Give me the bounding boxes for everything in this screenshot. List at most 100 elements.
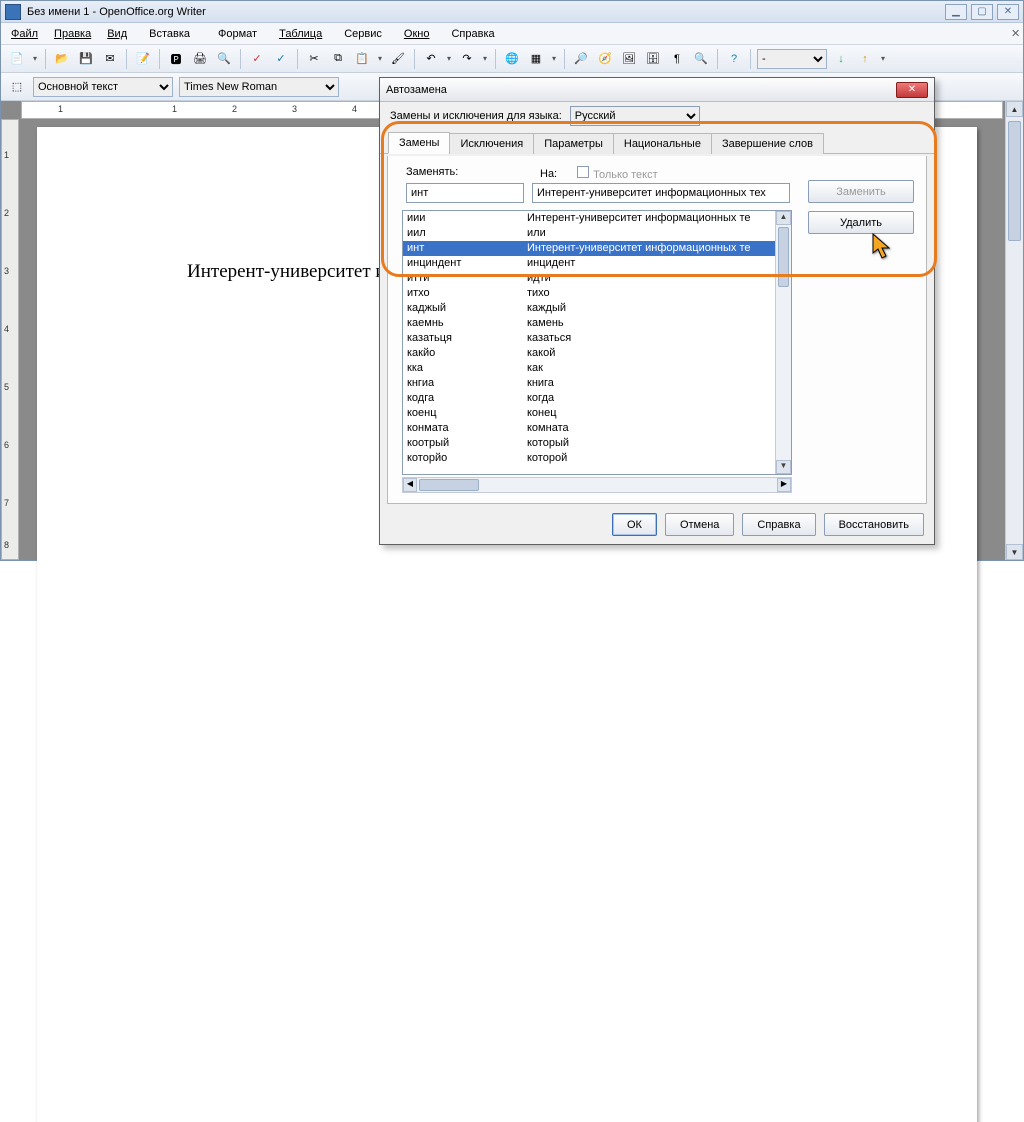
scroll-right-button[interactable]: ▶	[777, 478, 791, 492]
menu-file[interactable]: Файл	[5, 26, 44, 42]
replace-button[interactable]: Заменить	[808, 180, 914, 203]
scroll-down-button[interactable]: ▼	[776, 460, 791, 474]
tab-localized[interactable]: Национальные	[613, 133, 712, 154]
window-maximize-button[interactable]: ▢	[971, 4, 993, 20]
format-paint-icon[interactable]: 🖌	[388, 49, 408, 69]
menu-service[interactable]: Сервис	[332, 26, 394, 42]
list-row[interactable]: какйокакой	[403, 346, 791, 361]
document-text[interactable]: Интерент-университет и	[187, 261, 386, 283]
scroll-up-button[interactable]: ▲	[1006, 101, 1023, 117]
dialog-titlebar[interactable]: Автозамена ✕	[380, 78, 934, 102]
print-icon[interactable]: 🖨	[190, 49, 210, 69]
nav-prev-icon[interactable]: ↓	[831, 49, 851, 69]
delete-button[interactable]: Удалить	[808, 211, 914, 234]
list-vertical-scrollbar[interactable]: ▲ ▼	[775, 211, 791, 474]
menu-format[interactable]: Формат	[206, 26, 269, 42]
replace-input[interactable]	[406, 183, 524, 203]
open-icon[interactable]: 📂	[52, 49, 72, 69]
window-minimize-button[interactable]: ▁	[945, 4, 967, 20]
tab-replace[interactable]: Замены	[388, 132, 450, 154]
list-row[interactable]: конматакомната	[403, 421, 791, 436]
scroll-down-button[interactable]: ▼	[1006, 544, 1023, 560]
autospell-icon[interactable]: ✓	[271, 49, 291, 69]
dropdown-icon[interactable]: ▾	[376, 54, 384, 63]
scroll-thumb[interactable]	[1008, 121, 1021, 241]
list-row[interactable]: иииИнтерент-университет информационных т…	[403, 211, 791, 226]
dropdown-icon[interactable]: ▾	[550, 54, 558, 63]
datasource-icon[interactable]: 🗄	[643, 49, 663, 69]
list-row[interactable]: которйокоторой	[403, 451, 791, 466]
scroll-thumb[interactable]	[419, 479, 479, 491]
list-row[interactable]: кодгакогда	[403, 391, 791, 406]
autocorrect-dialog: Автозамена ✕ Замены и исключения для язы…	[379, 77, 935, 545]
dialog-close-button[interactable]: ✕	[896, 82, 928, 98]
menu-insert[interactable]: Вставка	[137, 26, 202, 42]
nonprint-icon[interactable]: ¶	[667, 49, 687, 69]
help-icon[interactable]: ?	[724, 49, 744, 69]
list-row[interactable]: итхотихо	[403, 286, 791, 301]
menu-table[interactable]: Таблица	[273, 26, 328, 42]
list-row[interactable]: ккакак	[403, 361, 791, 376]
window-close-button[interactable]: ✕	[997, 4, 1019, 20]
spellcheck-icon[interactable]: ✓	[247, 49, 267, 69]
paste-icon[interactable]: 📋	[352, 49, 372, 69]
tab-exceptions[interactable]: Исключения	[449, 133, 534, 154]
document-close-button[interactable]: ✕	[1005, 25, 1019, 42]
list-row[interactable]: казатьцяказаться	[403, 331, 791, 346]
redo-icon[interactable]: ↷	[457, 49, 477, 69]
paragraph-style-combo[interactable]: Основной текст	[33, 77, 173, 97]
undo-icon[interactable]: ↶	[421, 49, 441, 69]
toolbar-overflow-icon[interactable]: ▾	[879, 54, 887, 63]
copy-icon[interactable]: ⧉	[328, 49, 348, 69]
menu-edit[interactable]: Правка	[48, 26, 97, 42]
list-horizontal-scrollbar[interactable]: ◀ ▶	[402, 477, 792, 493]
list-row[interactable]: каемнькамень	[403, 316, 791, 331]
find-icon[interactable]: 🔎	[571, 49, 591, 69]
list-row[interactable]: инциндентинцидент	[403, 256, 791, 271]
font-name-combo[interactable]: Times New Roman	[179, 77, 339, 97]
styles-icon[interactable]: ⬚	[7, 77, 27, 97]
cancel-button[interactable]: Отмена	[665, 513, 734, 536]
menu-window[interactable]: Окно	[398, 26, 436, 42]
preview-icon[interactable]: 🔍	[214, 49, 234, 69]
list-row[interactable]: иттиидти	[403, 271, 791, 286]
list-row[interactable]: коенцконец	[403, 406, 791, 421]
replacement-list[interactable]: иииИнтерент-университет информационных т…	[402, 210, 792, 475]
edit-doc-icon[interactable]: 📝	[133, 49, 153, 69]
list-row[interactable]: коотрыйкоторый	[403, 436, 791, 451]
cut-icon[interactable]: ✂	[304, 49, 324, 69]
reset-button[interactable]: Восстановить	[824, 513, 924, 536]
save-icon[interactable]: 💾	[76, 49, 96, 69]
with-input[interactable]	[532, 183, 790, 203]
list-row[interactable]: кнгиакнига	[403, 376, 791, 391]
scroll-thumb[interactable]	[778, 227, 789, 287]
tab-options[interactable]: Параметры	[533, 133, 614, 154]
new-doc-icon[interactable]: 📄	[7, 49, 27, 69]
list-row[interactable]: каджыйкаждый	[403, 301, 791, 316]
zoom-combo[interactable]: -	[757, 49, 827, 69]
dropdown-icon[interactable]: ▾	[445, 54, 453, 63]
hyperlink-icon[interactable]: 🌐	[502, 49, 522, 69]
vertical-ruler[interactable]: 1 2 3 4 5 6 7 8	[1, 119, 19, 560]
ok-button[interactable]: ОК	[612, 513, 657, 536]
table-icon[interactable]: ▦	[526, 49, 546, 69]
checkbox-icon	[577, 166, 589, 178]
export-pdf-icon[interactable]: 🅿	[166, 49, 186, 69]
list-row[interactable]: интИнтерент-университет информационных т…	[403, 241, 791, 256]
help-button[interactable]: Справка	[742, 513, 815, 536]
nav-next-icon[interactable]: ↑	[855, 49, 875, 69]
navigator-icon[interactable]: 🧭	[595, 49, 615, 69]
tab-wordcompletion[interactable]: Завершение слов	[711, 133, 824, 154]
scroll-left-button[interactable]: ◀	[403, 478, 417, 492]
menu-help[interactable]: Справка	[439, 26, 506, 42]
vertical-scrollbar[interactable]: ▲ ▼	[1005, 101, 1023, 560]
zoom-icon[interactable]: 🔍	[691, 49, 711, 69]
menu-view[interactable]: Вид	[101, 26, 133, 42]
gallery-icon[interactable]: 🖼	[619, 49, 639, 69]
mail-icon[interactable]: ✉	[100, 49, 120, 69]
dropdown-icon[interactable]: ▾	[481, 54, 489, 63]
language-combo[interactable]: Русский	[570, 106, 700, 126]
scroll-up-button[interactable]: ▲	[776, 211, 791, 225]
dropdown-icon[interactable]: ▾	[31, 54, 39, 63]
list-row[interactable]: иилили	[403, 226, 791, 241]
